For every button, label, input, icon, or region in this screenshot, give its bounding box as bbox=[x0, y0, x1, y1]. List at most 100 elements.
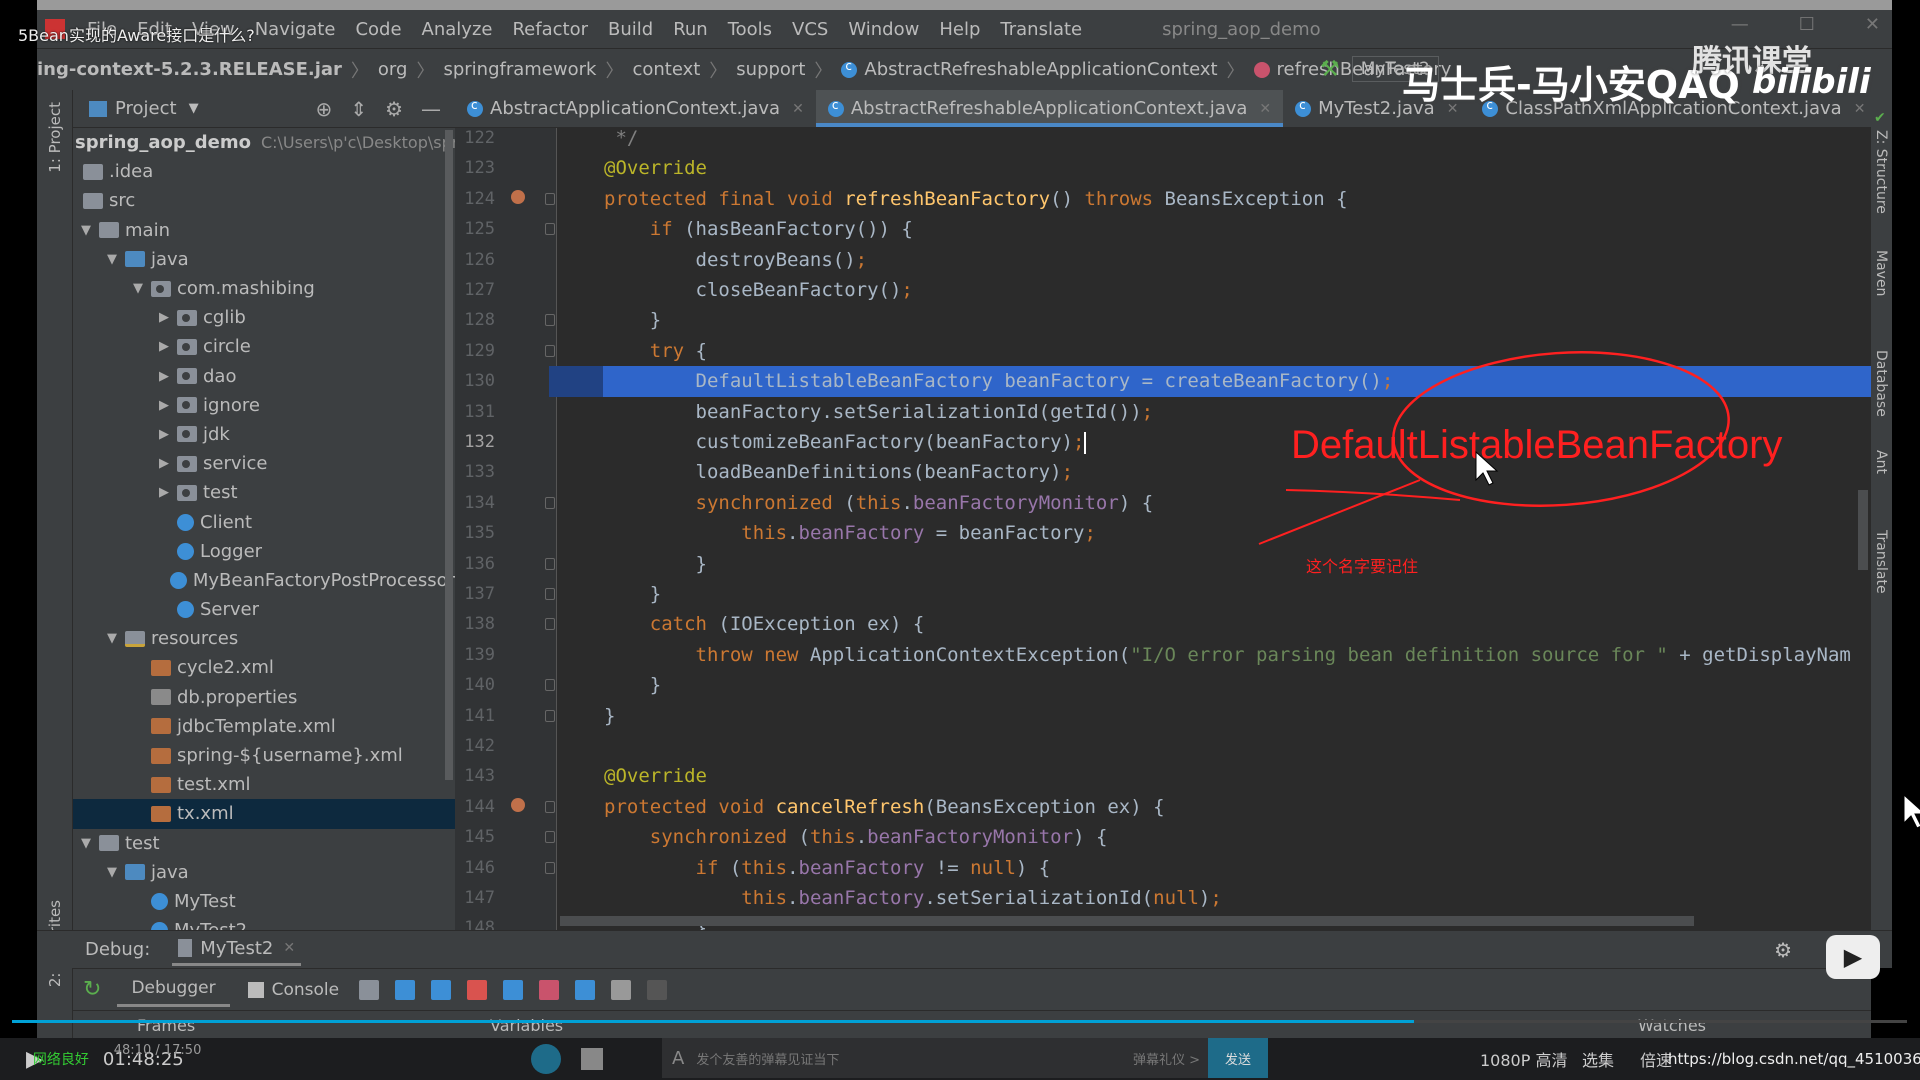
chevron-down-icon[interactable]: ▼ bbox=[125, 281, 151, 296]
fold-marker-icon[interactable] bbox=[545, 496, 555, 509]
tree-item[interactable]: ▼ com.mashibing bbox=[73, 274, 455, 303]
fold-marker-icon[interactable] bbox=[545, 831, 555, 844]
trace-icon[interactable] bbox=[647, 979, 668, 1000]
close-tab-icon[interactable]: ✕ bbox=[792, 101, 804, 117]
chevron-down-icon[interactable]: ▼ bbox=[99, 631, 125, 646]
editor-horizontal-scrollbar[interactable] bbox=[560, 916, 1694, 926]
tree-item[interactable]: tx.xml bbox=[73, 799, 455, 829]
tree-item[interactable]: ▼ test bbox=[73, 829, 455, 858]
minimize-button[interactable]: — bbox=[1731, 14, 1749, 35]
collapse-icon[interactable]: ⇕ bbox=[350, 97, 367, 121]
tree-item[interactable]: ▶ cglib bbox=[73, 303, 455, 332]
code-editor[interactable]: 122 */ 123 @Override 124 protected final voi… bbox=[455, 128, 1871, 930]
step-out-icon[interactable] bbox=[503, 979, 524, 1000]
tree-item[interactable]: db.properties bbox=[73, 683, 455, 712]
chevron-down-icon[interactable]: ▼ bbox=[99, 865, 125, 880]
project-scrollbar[interactable] bbox=[445, 130, 453, 780]
tree-item[interactable]: .idea bbox=[73, 157, 455, 186]
danmaku-input[interactable]: A 发个友善的弹幕见证当下 弹幕礼仪 > bbox=[662, 1038, 1212, 1078]
run-to-cursor-icon[interactable] bbox=[575, 979, 596, 1000]
quality-button[interactable]: 1080P 高清 bbox=[1480, 1047, 1567, 1071]
step-into-icon[interactable] bbox=[431, 979, 452, 1000]
rerun-icon[interactable]: ↻ bbox=[83, 977, 101, 1002]
menu-run[interactable]: Run bbox=[663, 19, 718, 40]
menu-vcs[interactable]: VCS bbox=[782, 19, 838, 40]
fold-marker-icon[interactable] bbox=[545, 861, 555, 874]
editor-vertical-scrollbar[interactable] bbox=[1858, 490, 1868, 570]
tree-item[interactable]: ▶ ignore bbox=[73, 391, 455, 420]
maximize-button[interactable]: ☐ bbox=[1799, 14, 1815, 35]
tree-item[interactable]: ▼ main bbox=[73, 216, 455, 245]
chevron-right-icon[interactable]: ▶ bbox=[151, 398, 177, 413]
menu-window[interactable]: Window bbox=[838, 19, 929, 40]
chevron-down-icon[interactable]: ▼ bbox=[73, 223, 99, 238]
tree-item[interactable]: jdbcTemplate.xml bbox=[73, 712, 455, 741]
breadcrumb-item[interactable]: AbstractRefreshableApplicationContext bbox=[841, 59, 1218, 80]
tree-item[interactable]: MyTest2 bbox=[73, 916, 455, 930]
tree-item[interactable]: Server bbox=[73, 595, 455, 624]
tree-item[interactable]: ▶ dao bbox=[73, 362, 455, 391]
fold-marker-icon[interactable] bbox=[545, 679, 555, 692]
override-marker-icon[interactable] bbox=[511, 797, 525, 812]
tree-item[interactable]: ▼ java bbox=[73, 245, 455, 274]
tool-button-database[interactable]: Database bbox=[1873, 350, 1889, 417]
close-tab-icon[interactable]: ✕ bbox=[1854, 101, 1866, 117]
step-over-icon[interactable] bbox=[395, 979, 416, 1000]
tree-item[interactable]: ▶ circle bbox=[73, 332, 455, 361]
chevron-right-icon[interactable]: ▶ bbox=[151, 427, 177, 442]
close-button[interactable]: ✕ bbox=[1865, 14, 1880, 35]
fold-marker-icon[interactable] bbox=[545, 618, 555, 631]
close-icon[interactable]: ✕ bbox=[283, 940, 295, 956]
danmaku-etiquette-link[interactable]: 弹幕礼仪 > bbox=[1133, 1049, 1200, 1068]
tool-button-zstructure[interactable]: Z: Structure bbox=[1873, 130, 1889, 214]
breadcrumb-item[interactable]: support bbox=[736, 59, 805, 80]
chevron-right-icon[interactable]: ▶ bbox=[151, 369, 177, 384]
breadcrumb-item[interactable]: ing-context-5.2.3.RELEASE.jar bbox=[37, 59, 342, 80]
danmaku-toggle-icon[interactable] bbox=[531, 1044, 562, 1074]
fold-marker-icon[interactable] bbox=[545, 588, 555, 600]
fold-marker-icon[interactable] bbox=[545, 314, 555, 327]
build-hammer-icon[interactable]: ⚒ bbox=[1320, 57, 1340, 82]
tree-item[interactable]: Logger bbox=[73, 537, 455, 566]
tree-item[interactable]: ▼ java bbox=[73, 858, 455, 887]
fold-marker-icon[interactable] bbox=[545, 344, 555, 357]
menu-analyze[interactable]: Analyze bbox=[412, 19, 503, 40]
fold-marker-icon[interactable] bbox=[545, 192, 555, 205]
menu-code[interactable]: Code bbox=[345, 19, 411, 40]
tool-button-translate[interactable]: Translate bbox=[1873, 530, 1889, 594]
tool-button-ant[interactable]: Ant bbox=[1873, 450, 1889, 474]
menu-tools[interactable]: Tools bbox=[718, 19, 782, 40]
chevron-right-icon[interactable]: ▶ bbox=[151, 456, 177, 471]
project-tool-button[interactable]: 1: Project bbox=[46, 102, 64, 173]
drop-frame-icon[interactable] bbox=[539, 979, 560, 1000]
chevron-right-icon[interactable]: ▶ bbox=[151, 310, 177, 325]
close-tab-icon[interactable]: ✕ bbox=[1259, 101, 1271, 117]
tool-button-maven[interactable]: Maven bbox=[1873, 250, 1889, 296]
menu-refactor[interactable]: Refactor bbox=[502, 19, 598, 40]
chevron-down-icon[interactable]: ▼ bbox=[189, 101, 199, 116]
tab-console[interactable]: Console bbox=[247, 980, 339, 1000]
menu-build[interactable]: Build bbox=[598, 19, 663, 40]
override-marker-icon[interactable] bbox=[511, 189, 525, 204]
tree-item[interactable]: ▼ resources bbox=[73, 624, 455, 653]
tree-item[interactable]: MyBeanFactoryPostProcessor bbox=[73, 566, 455, 595]
bilibili-tv-icon[interactable]: ▶ bbox=[1826, 935, 1880, 979]
layout-icon[interactable] bbox=[359, 979, 380, 1000]
menu-translate[interactable]: Translate bbox=[990, 19, 1092, 40]
project-view-select[interactable]: Project bbox=[115, 98, 177, 119]
danmaku-settings-icon[interactable] bbox=[581, 1048, 604, 1070]
fold-marker-icon[interactable] bbox=[545, 557, 555, 570]
tab-abstractrefreshableapplicationcontext[interactable]: AbstractRefreshableApplicationContext.ja… bbox=[815, 90, 1284, 127]
menu-navigate[interactable]: Navigate bbox=[245, 19, 346, 40]
breadcrumb-item[interactable]: springframework bbox=[443, 59, 596, 80]
tab-debugger[interactable]: Debugger bbox=[117, 972, 230, 1007]
fold-marker-icon[interactable] bbox=[545, 709, 555, 722]
hide-icon[interactable]: — bbox=[421, 97, 441, 121]
send-button[interactable]: 发送 bbox=[1208, 1038, 1268, 1078]
breadcrumb-item[interactable]: org bbox=[378, 59, 408, 80]
tree-item[interactable]: Client bbox=[73, 507, 455, 536]
chevron-down-icon[interactable]: ▼ bbox=[73, 836, 99, 851]
force-step-into-icon[interactable] bbox=[467, 979, 488, 1000]
tab-abstractapplicationcontext[interactable]: AbstractApplicationContext.java ✕ bbox=[455, 90, 816, 127]
breadcrumb-item[interactable]: context bbox=[632, 59, 700, 80]
